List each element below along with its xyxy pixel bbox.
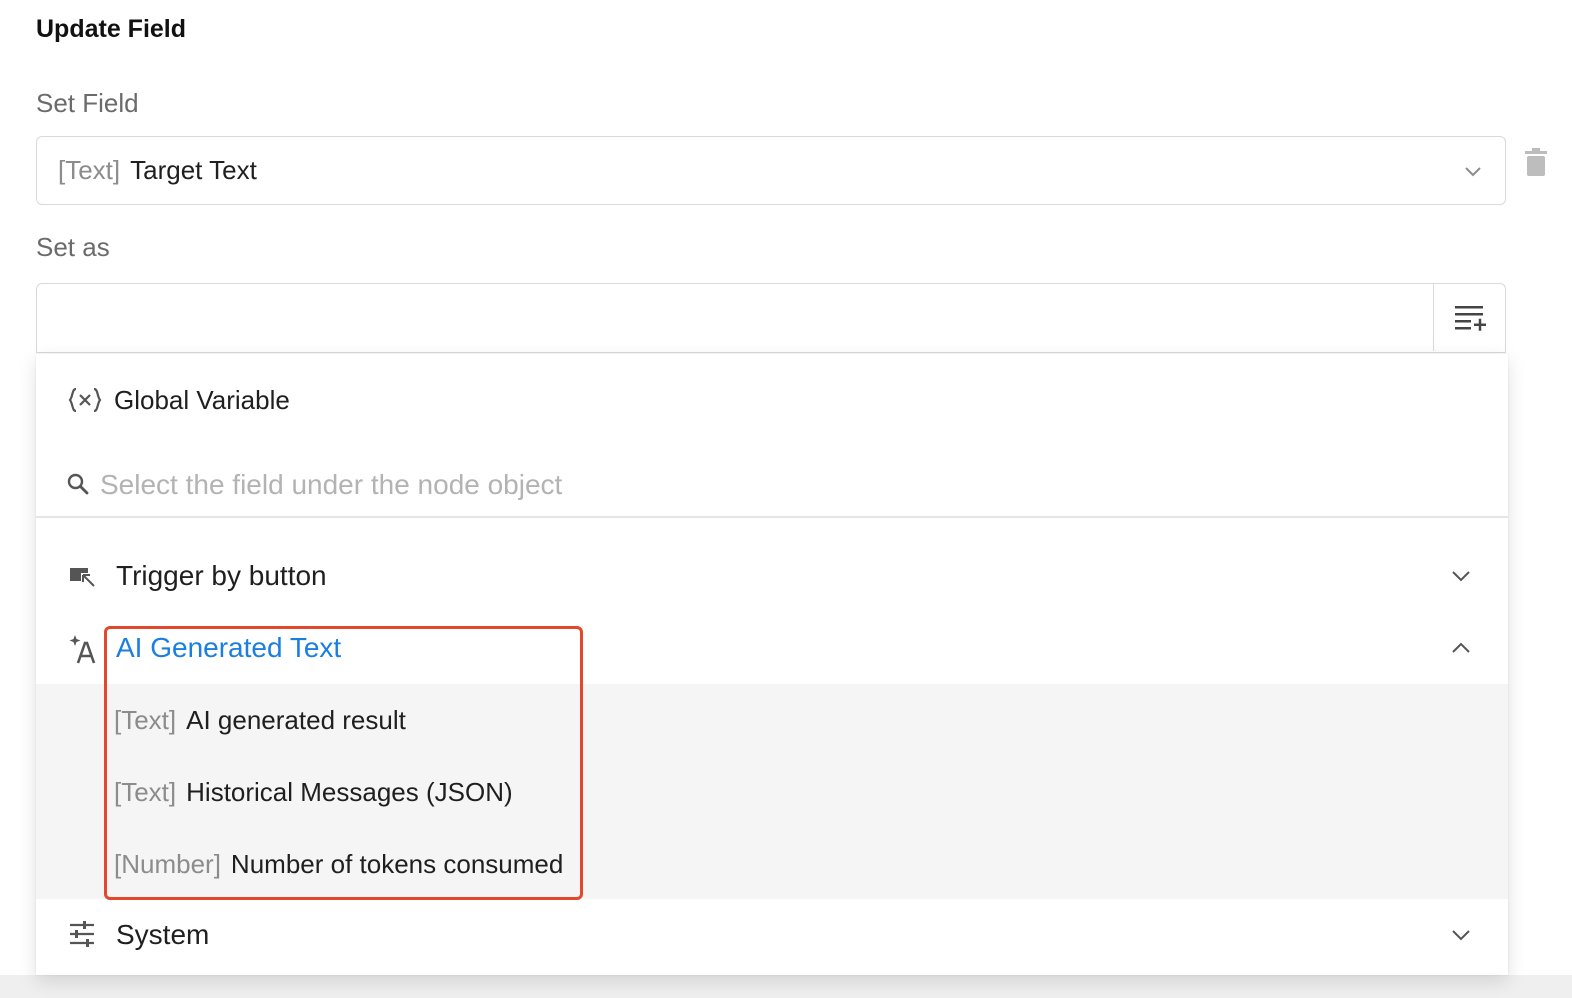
list-item[interactable]: [Text] Historical Messages (JSON) [114, 768, 513, 816]
chevron-down-icon [1452, 930, 1470, 941]
chevron-down-icon [1452, 571, 1470, 582]
trash-icon[interactable] [1524, 148, 1548, 178]
global-variable-label: Global Variable [114, 384, 290, 415]
insert-variable-icon [1454, 305, 1486, 331]
set-as-label: Set as [36, 232, 110, 262]
group-ai-generated-text[interactable]: AI Generated Text [36, 618, 1508, 678]
field-name: Number of tokens consumed [230, 848, 564, 879]
page-title: Update Field [36, 15, 187, 43]
global-variable-option[interactable]: Global Variable [36, 372, 1508, 428]
field-name: AI generated result [186, 704, 406, 735]
group-label: Trigger by button [116, 560, 327, 591]
group-system[interactable]: System [36, 905, 1508, 965]
button-cursor-icon [70, 568, 95, 587]
list-item[interactable]: [Number] Number of tokens consumed [114, 840, 563, 888]
group-label: AI Generated Text [116, 632, 342, 663]
insert-variable-button[interactable] [1433, 284, 1505, 351]
sliders-icon [70, 921, 94, 947]
ai-generated-text-fields: [Text] AI generated result [Text] Histor… [36, 684, 1508, 899]
ai-text-icon [69, 635, 96, 664]
set-field-label: Set Field [36, 88, 139, 118]
field-type-tag: [Text] [114, 776, 177, 807]
field-type-tag: [Text] [114, 704, 177, 735]
chevron-down-icon [1465, 167, 1481, 177]
field-value: Target Text [130, 155, 257, 185]
field-picker-dropdown: Global Variable Trigger by button AI Gen… [36, 354, 1508, 975]
search-input[interactable] [98, 462, 1482, 508]
set-as-input[interactable] [37, 284, 1435, 351]
field-name: Historical Messages (JSON) [186, 776, 513, 807]
search-bar [36, 454, 1508, 514]
variable-braces-icon [68, 387, 102, 413]
field-type-tag: [Text] [58, 155, 121, 185]
page-bottom-strip [0, 975, 1572, 998]
group-label: System [116, 919, 210, 950]
list-item[interactable]: [Text] AI generated result [114, 696, 406, 744]
divider [36, 516, 1508, 518]
set-as-field [36, 283, 1506, 353]
search-icon [67, 473, 89, 495]
field-type-tag: [Number] [114, 848, 221, 879]
group-trigger-by-button[interactable]: Trigger by button [36, 546, 1508, 606]
set-field-select[interactable]: [Text] Target Text [36, 136, 1506, 205]
chevron-up-icon [1452, 642, 1470, 653]
